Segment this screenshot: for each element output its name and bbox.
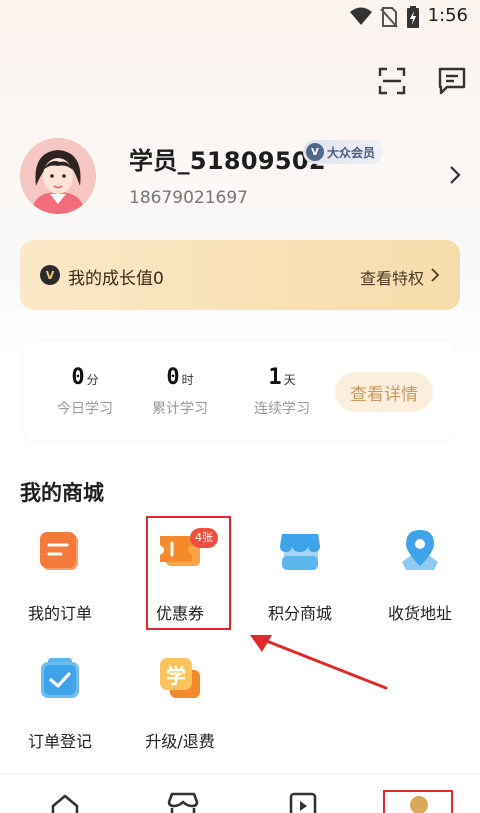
growth-card[interactable]: V 我的成长值0 查看特权	[20, 240, 460, 310]
grid-label: 订单登记	[27, 732, 92, 751]
stat-unit: 天	[283, 373, 296, 387]
chevron-right-icon[interactable]	[447, 163, 463, 187]
profile-icon[interactable]	[383, 790, 453, 813]
shipping-address-item[interactable]: 收货地址	[360, 518, 480, 628]
stat-unit: 时	[181, 373, 194, 387]
grid-label: 积分商城	[267, 604, 332, 623]
growth-label: 我的成长值0	[68, 269, 164, 289]
register-icon	[41, 658, 79, 698]
grid-label: 升级/退费	[145, 732, 215, 751]
avatar[interactable]	[20, 138, 96, 214]
points-mall-item[interactable]: 积分商城	[240, 518, 360, 628]
study-stats-card: 0分 今日学习 0时 累计学习 1天 连续学习 查看详情	[24, 341, 454, 441]
stat-streak: 1天 连续学习	[237, 365, 327, 418]
highlight-box	[146, 516, 231, 630]
view-details-button[interactable]: 查看详情	[335, 372, 433, 412]
shop-icon	[280, 534, 320, 570]
stat-label: 累计学习	[152, 401, 208, 417]
home-icon[interactable]	[45, 790, 85, 813]
no-sim-icon	[380, 7, 398, 28]
annotation-arrow-icon	[250, 635, 388, 690]
stat-value: 0	[71, 365, 85, 390]
grid-label: 我的订单	[27, 604, 92, 623]
view-privileges-link[interactable]: 查看特权	[360, 265, 424, 289]
member-badge[interactable]: V 大众会员	[303, 140, 384, 164]
upgrade-refund-item[interactable]: 学 升级/退费	[120, 646, 240, 756]
order-icon	[40, 532, 78, 570]
order-registration-item[interactable]: 订单登记	[0, 646, 120, 756]
username: 学员_51809502	[129, 147, 326, 175]
stat-value: 0	[166, 365, 180, 390]
growth-badge-icon: V	[40, 265, 60, 285]
stat-label: 连续学习	[254, 401, 310, 417]
upgrade-glyph: 学	[166, 664, 186, 688]
message-icon[interactable]	[437, 66, 467, 96]
video-icon[interactable]	[283, 790, 323, 813]
store-icon[interactable]	[163, 790, 203, 813]
status-time: 1:56	[427, 5, 468, 26]
section-title: 我的商城	[20, 481, 104, 505]
vip-icon: V	[306, 143, 324, 161]
stat-label: 今日学习	[57, 401, 113, 417]
chevron-right-icon	[431, 268, 440, 282]
avatar-illustration	[20, 138, 96, 214]
bottom-tab-bar	[0, 773, 480, 813]
location-icon	[402, 530, 438, 570]
phone-number: 18679021697	[129, 188, 248, 208]
stat-total: 0时 累计学习	[135, 365, 225, 418]
status-bar: 1:56	[0, 0, 480, 34]
battery-icon	[407, 6, 419, 28]
member-level: 大众会员	[327, 145, 376, 160]
my-orders-item[interactable]: 我的订单	[0, 518, 120, 628]
scan-icon[interactable]	[377, 66, 407, 96]
stat-unit: 分	[86, 373, 99, 387]
stat-today: 0分 今日学习	[40, 365, 130, 418]
wifi-icon	[350, 7, 372, 25]
stat-value: 1	[268, 365, 282, 390]
upgrade-icon: 学	[160, 658, 200, 698]
profile-tab-dot	[410, 796, 428, 813]
grid-label: 收货地址	[387, 604, 452, 623]
